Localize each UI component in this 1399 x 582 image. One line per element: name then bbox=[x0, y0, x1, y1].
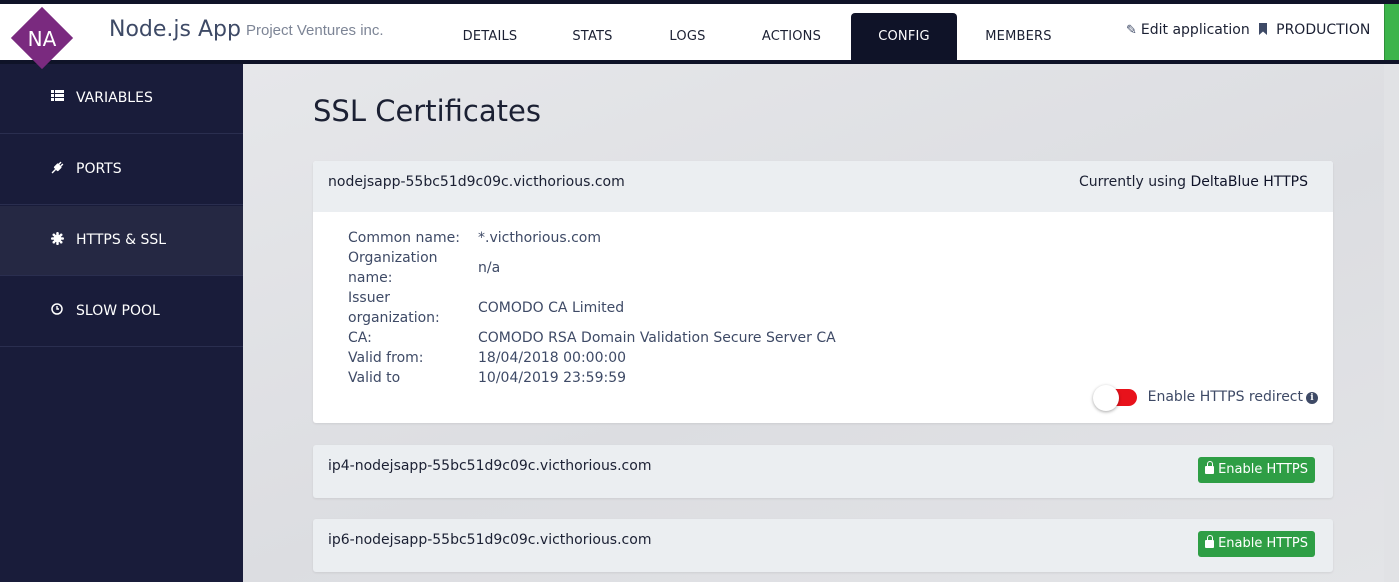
lock-icon bbox=[1205, 461, 1215, 474]
bookmark-icon bbox=[1258, 23, 1272, 38]
detail-label: Valid from: bbox=[348, 350, 424, 366]
sidebar-item-variables[interactable]: VARIABLES bbox=[0, 64, 243, 134]
lock-icon bbox=[1205, 535, 1215, 548]
certificate-card: nodejsapp-55bc51d9c09c.victhorious.com C… bbox=[313, 161, 1333, 423]
detail-value: COMODO RSA Domain Validation Secure Serv… bbox=[478, 330, 836, 346]
certificate-card: ip6-nodejsapp-55bc51d9c09c.victhorious.c… bbox=[313, 519, 1333, 572]
detail-label: Organization name: bbox=[348, 250, 438, 286]
status-prefix: Currently using bbox=[1079, 174, 1191, 190]
production-indicator bbox=[1384, 4, 1399, 60]
config-sidebar: VARIABLES PORTS HTTPS & SSL SLOW POOL bbox=[0, 64, 243, 582]
avatar-initials: NA bbox=[27, 27, 57, 51]
tab-stats[interactable]: STATS bbox=[550, 13, 635, 60]
app-avatar[interactable]: NA bbox=[10, 6, 74, 70]
edit-application-label: Edit application bbox=[1140, 22, 1250, 38]
app-title: Node.js App bbox=[109, 17, 241, 42]
app-subtitle: Project Ventures inc. bbox=[246, 22, 384, 39]
status-provider: DeltaBlue HTTPS bbox=[1190, 174, 1309, 190]
certificate-card: ip4-nodejsapp-55bc51d9c09c.victhorious.c… bbox=[313, 445, 1333, 498]
pencil-icon: ✎ bbox=[1126, 23, 1137, 38]
https-redirect-toggle[interactable] bbox=[1093, 385, 1137, 411]
sidebar-item-label: PORTS bbox=[76, 161, 122, 177]
https-redirect-label: Enable HTTPS redirect i bbox=[1148, 389, 1318, 405]
tab-config[interactable]: CONFIG bbox=[851, 13, 957, 60]
sidebar-item-ports[interactable]: PORTS bbox=[0, 135, 243, 205]
production-environment-link[interactable]: PRODUCTION bbox=[1258, 22, 1370, 38]
sidebar-item-slow-pool[interactable]: SLOW POOL bbox=[0, 277, 243, 347]
certificate-domain: ip4-nodejsapp-55bc51d9c09c.victhorious.c… bbox=[328, 458, 652, 474]
sidebar-item-label: VARIABLES bbox=[76, 90, 153, 106]
sidebar-item-https-ssl[interactable]: HTTPS & SSL bbox=[0, 206, 243, 276]
tab-logs[interactable]: LOGS bbox=[650, 13, 725, 60]
certificate-domain: ip6-nodejsapp-55bc51d9c09c.victhorious.c… bbox=[328, 532, 652, 548]
certificate-domain: nodejsapp-55bc51d9c09c.victhorious.com bbox=[328, 174, 625, 190]
detail-label: Issuer organization: bbox=[348, 290, 440, 326]
page-title: SSL Certificates bbox=[313, 94, 541, 128]
enable-https-button[interactable]: Enable HTTPS bbox=[1198, 531, 1315, 557]
info-icon[interactable]: i bbox=[1306, 392, 1318, 404]
detail-value: 10/04/2019 23:59:59 bbox=[478, 370, 627, 386]
plug-icon bbox=[49, 161, 65, 179]
detail-label: CA: bbox=[348, 330, 372, 346]
detail-value: COMODO CA Limited bbox=[478, 300, 625, 316]
clock-icon bbox=[49, 303, 65, 319]
list-icon bbox=[49, 90, 65, 105]
detail-label: Common name: bbox=[348, 230, 460, 246]
certificate-card-header: nodejsapp-55bc51d9c09c.victhorious.com C… bbox=[313, 161, 1333, 212]
enable-https-button[interactable]: Enable HTTPS bbox=[1198, 457, 1315, 483]
tab-members[interactable]: MEMBERS bbox=[972, 13, 1065, 60]
production-label: PRODUCTION bbox=[1276, 22, 1371, 38]
sidebar-item-label: SLOW POOL bbox=[76, 303, 160, 319]
toggle-knob bbox=[1093, 385, 1119, 411]
redirect-label-text: Enable HTTPS redirect bbox=[1147, 389, 1303, 405]
tab-details[interactable]: DETAILS bbox=[440, 13, 540, 60]
detail-value: n/a bbox=[478, 260, 501, 276]
enable-https-label: Enable HTTPS bbox=[1218, 536, 1308, 551]
tab-actions[interactable]: ACTIONS bbox=[743, 13, 840, 60]
enable-https-label: Enable HTTPS bbox=[1218, 462, 1308, 477]
detail-value: *.victhorious.com bbox=[478, 230, 601, 246]
detail-value: 18/04/2018 00:00:00 bbox=[478, 350, 627, 366]
certificate-status: Currently using DeltaBlue HTTPS bbox=[1079, 174, 1308, 190]
sidebar-item-label: HTTPS & SSL bbox=[76, 232, 167, 248]
certificate-icon bbox=[49, 232, 65, 249]
edit-application-link[interactable]: ✎ Edit application bbox=[1126, 22, 1250, 38]
detail-label: Valid to bbox=[348, 370, 401, 386]
